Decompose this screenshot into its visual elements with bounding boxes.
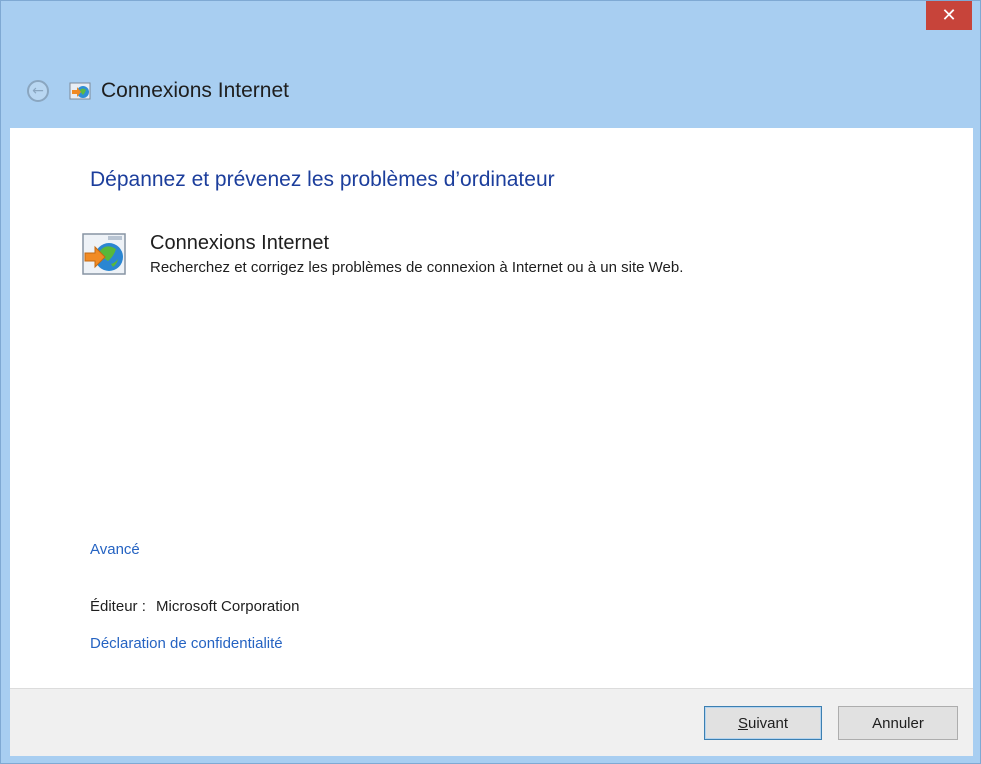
publisher-label: Éditeur : [90,598,146,615]
publisher-info: Éditeur : Microsoft Corporation [90,598,299,615]
back-button[interactable]: ← [27,80,49,102]
close-icon: ✕ [941,5,957,26]
close-button[interactable]: ✕ [926,1,972,30]
internet-connections-icon [80,231,128,279]
back-arrow-icon: ← [32,83,44,99]
next-button-accesskey: S [737,714,748,732]
troubleshooter-window: ✕ ← Connexions Internet Dépannez et prév… [0,0,981,764]
page-heading: Dépannez et prévenez les problèmes d’ord… [90,168,555,191]
task-description: Recherchez et corrigez les problèmes de … [150,259,684,276]
next-button[interactable]: Suivant [704,706,822,740]
cancel-button[interactable]: Annuler [838,706,958,740]
main-content: Dépannez et prévenez les problèmes d’ord… [10,128,973,688]
advanced-link[interactable]: Avancé [90,541,140,558]
internet-connections-icon [69,82,91,100]
next-button-label: uivant [747,714,789,732]
task-title[interactable]: Connexions Internet [150,231,683,255]
title-bar: ← Connexions Internet [27,71,289,111]
footer-bar: Suivant Annuler [10,688,973,756]
troubleshooter-task: Connexions Internet Recherchez et corrig… [80,231,683,279]
privacy-statement-link[interactable]: Déclaration de confidentialité [90,635,283,652]
publisher-value: Microsoft Corporation [156,598,300,615]
window-title: Connexions Internet [101,79,289,102]
task-text: Connexions Internet Recherchez et corrig… [150,231,683,276]
